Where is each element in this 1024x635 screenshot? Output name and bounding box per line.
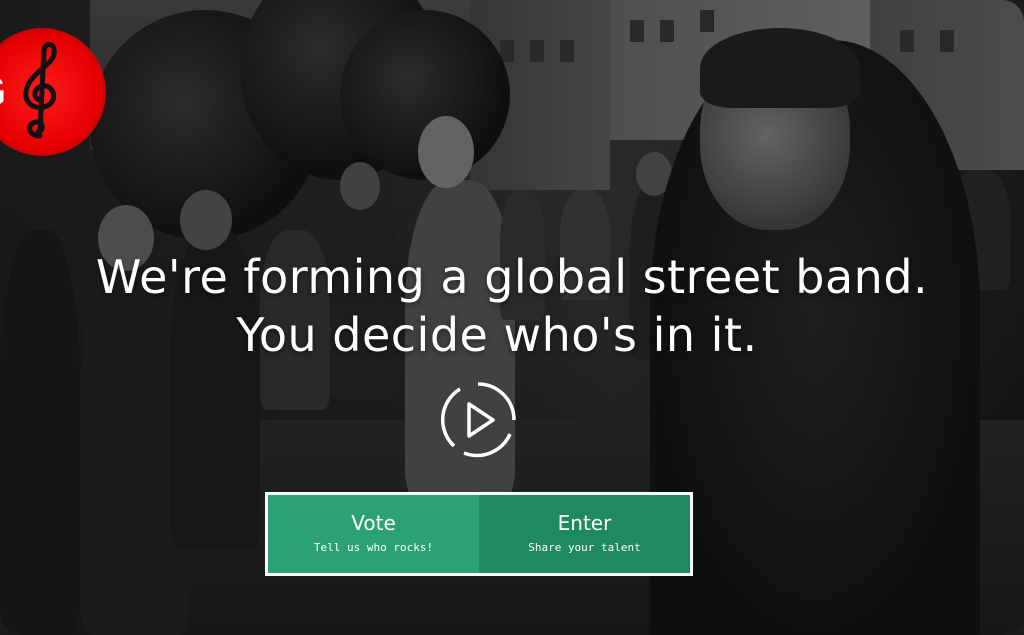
vote-button-title: Vote xyxy=(351,511,396,535)
hero-line-2: You decide who's in it. xyxy=(236,308,758,362)
page: G We're forming a global street band. Yo… xyxy=(0,0,1024,635)
play-icon xyxy=(440,382,516,458)
enter-button[interactable]: Enter Share your talent xyxy=(479,495,690,573)
cta-button-group: Vote Tell us who rocks! Enter Share your… xyxy=(265,492,693,576)
vote-button[interactable]: Vote Tell us who rocks! xyxy=(268,495,479,573)
vote-button-subtitle: Tell us who rocks! xyxy=(313,541,434,554)
treble-clef-icon xyxy=(23,42,57,139)
logo-letter: G xyxy=(0,70,6,114)
play-video-button[interactable] xyxy=(440,382,516,458)
hero-headline: We're forming a global street band. You … xyxy=(0,248,1024,364)
hero-line-1: We're forming a global street band. xyxy=(95,250,929,304)
enter-button-title: Enter xyxy=(557,511,612,535)
enter-button-subtitle: Share your talent xyxy=(528,541,641,554)
